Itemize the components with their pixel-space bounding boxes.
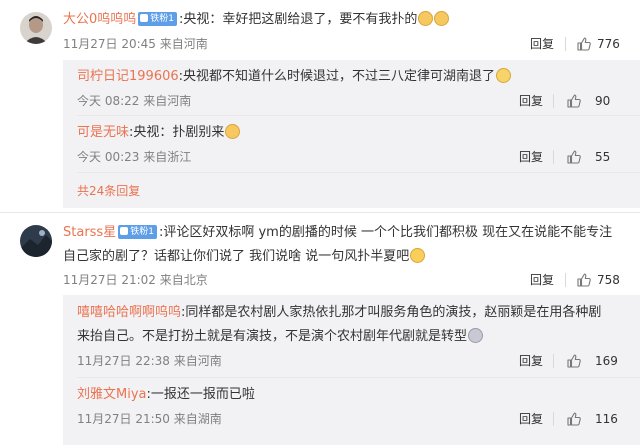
thinking-emoji-icon: [468, 328, 484, 343]
smile-emoji-icon: [410, 248, 426, 263]
cat-emoji-icon: [418, 11, 434, 26]
timestamp: 今天 00:23 来自浙江: [77, 150, 192, 164]
reply-text: 刘雅文Miya:一报还一报而已啦: [77, 387, 255, 402]
avatar[interactable]: [20, 225, 52, 257]
thumbs-up-icon[interactable]: [566, 93, 582, 109]
username[interactable]: 司柠日记199606: [77, 69, 179, 84]
divider: [77, 172, 640, 173]
fan-badge: 铁粉1: [118, 225, 157, 239]
comment-text: 大公0呜呜呜 铁粉1:央视：幸好把这剧给退了，要不有我扑的: [63, 10, 450, 30]
thumbs-up-icon[interactable]: [566, 411, 582, 427]
comment-2: Starss星 铁粉1:评论区好双标啊 ym的剧播的时候 一个个比我们都积极 现在…: [0, 213, 640, 445]
divider: [553, 354, 554, 368]
divider: [77, 377, 640, 378]
timestamp: 11月27日 20:45 来自河南: [63, 37, 208, 51]
divider: [565, 273, 566, 287]
comment-1: 大公0呜呜呜 铁粉1:央视：幸好把这剧给退了，要不有我扑的 11月27日 20:4…: [0, 0, 640, 210]
divider: [553, 94, 554, 108]
badge-icon: [140, 14, 149, 22]
reply-text: 司柠日记199606:央视都不知道什么时候退过，不过三八定律可湖南退了: [77, 67, 512, 87]
replies-box: 嘻嘻哈哈啊啊呜呜:同样都是农村剧人家热依扎那才叫服务角色的演技，赵丽颖是在用各种…: [63, 295, 640, 445]
username[interactable]: Starss星: [63, 225, 116, 240]
thumbs-up-icon[interactable]: [576, 36, 592, 52]
comment-text-line-2: 自己家的剧了？话都让你们说了 我们说啥 说一句风扑半夏吧: [63, 247, 426, 267]
divider: [553, 150, 554, 164]
timestamp: 11月27日 22:38 来自河南: [77, 354, 222, 368]
thumbs-up-icon[interactable]: [576, 272, 592, 288]
cat-emoji-icon: [225, 124, 241, 139]
reply-button[interactable]: 回复: [519, 411, 543, 427]
username[interactable]: 刘雅文Miya: [77, 387, 147, 402]
like-count: 776: [597, 37, 620, 51]
reply-text: 可是无味:央视：扑剧别来: [77, 123, 241, 143]
like-count: 90: [595, 94, 611, 108]
crying-emoji-icon: [496, 68, 512, 83]
like-count: 116: [595, 412, 618, 426]
username[interactable]: 可是无味: [77, 125, 129, 140]
reply-button[interactable]: 回复: [530, 272, 554, 288]
replies-box: 司柠日记199606:央视都不知道什么时候退过，不过三八定律可湖南退了 今天 0…: [63, 60, 640, 208]
reply-text-line-2: 来抬自己。不是打扮土就是有演技，不是演个农村剧年代剧就是转型: [77, 327, 484, 347]
reply-button[interactable]: 回复: [519, 93, 543, 109]
timestamp: 11月27日 21:02 来自北京: [63, 273, 208, 287]
thumbs-up-icon[interactable]: [566, 149, 582, 165]
reply-button[interactable]: 回复: [530, 36, 554, 52]
thumbs-up-icon[interactable]: [566, 353, 582, 369]
reply-button[interactable]: 回复: [519, 149, 543, 165]
reply-button[interactable]: 回复: [519, 353, 543, 369]
fan-badge: 铁粉1: [138, 12, 178, 26]
like-count: 55: [595, 150, 611, 164]
avatar[interactable]: [20, 12, 52, 44]
like-count: 169: [595, 354, 618, 368]
username[interactable]: 嘻嘻哈哈啊啊呜呜: [77, 305, 181, 320]
username[interactable]: 大公0呜呜呜: [63, 12, 136, 27]
view-more-replies-link[interactable]: 共24条回复: [77, 183, 140, 199]
badge-icon: [120, 227, 129, 235]
timestamp: 今天 08:22 来自河南: [77, 94, 192, 108]
divider: [553, 412, 554, 426]
timestamp: 11月27日 21:50 来自湖南: [77, 412, 222, 426]
divider: [565, 37, 566, 51]
divider: [77, 115, 640, 116]
comment-text: Starss星 铁粉1:评论区好双标啊 ym的剧播的时候 一个个比我们都积极 现在…: [63, 225, 613, 240]
reply-text: 嘻嘻哈哈啊啊呜呜:同样都是农村剧人家热依扎那才叫服务角色的演技，赵丽颖是在用各种…: [77, 305, 602, 320]
cat-emoji-icon: [434, 11, 450, 26]
like-count: 758: [597, 273, 620, 287]
